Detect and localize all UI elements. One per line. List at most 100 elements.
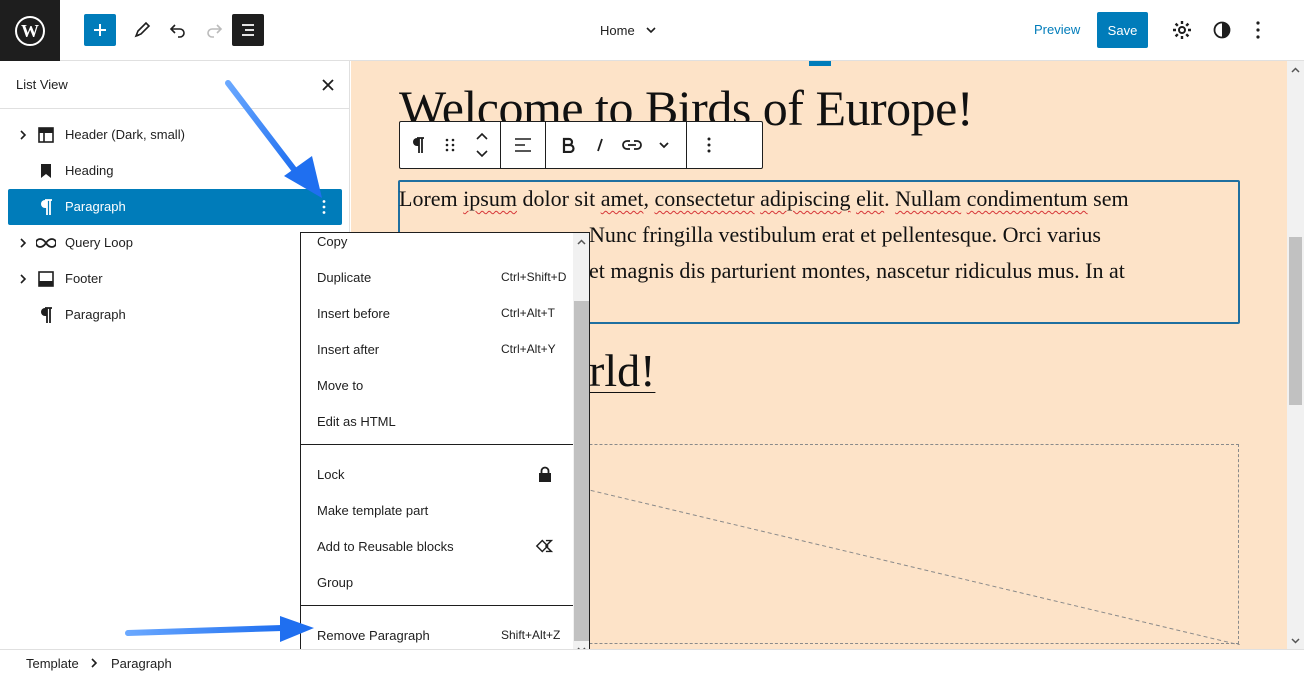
list-view-item-paragraph[interactable]: Paragraph <box>8 297 342 333</box>
close-icon <box>322 79 334 91</box>
scroll-down-arrow-icon[interactable] <box>1290 635 1301 646</box>
italic-button[interactable] <box>586 127 614 163</box>
list-view-item-label: Paragraph <box>65 307 126 322</box>
align-text-button[interactable] <box>509 127 537 163</box>
block-toolbar <box>399 121 763 169</box>
spellcheck-word: ipsum <box>463 186 517 211</box>
menu-item-remove-paragraph[interactable]: Remove Paragraph Shift+Alt+Z <box>301 617 573 653</box>
list-view-item-paragraph-selected[interactable]: Paragraph <box>8 189 342 225</box>
list-view-header: List View <box>0 61 349 109</box>
reusable-block-icon <box>535 536 555 556</box>
chevron-right-icon[interactable] <box>16 128 30 142</box>
heading-block-2[interactable]: rld! <box>589 344 655 397</box>
menu-item-copy[interactable]: Copy <box>301 233 573 259</box>
menu-vertical-scrollbar[interactable] <box>573 233 589 658</box>
block-drop-indicator <box>809 61 831 66</box>
loop-icon <box>36 233 56 253</box>
block-options-button[interactable] <box>695 127 723 163</box>
list-view-item-label: Query Loop <box>65 235 133 250</box>
document-title-dropdown[interactable]: Home <box>600 14 657 46</box>
spellcheck-word: condimentum <box>966 186 1088 211</box>
menu-item-group[interactable]: Group <box>301 564 573 600</box>
redo-button[interactable] <box>198 14 230 46</box>
list-view-item-query-loop[interactable]: Query Loop <box>8 225 342 261</box>
chevron-down-icon <box>646 27 656 34</box>
pilcrow-icon <box>36 305 56 325</box>
spellcheck-word: consectetur <box>654 186 755 211</box>
chevron-right-icon <box>91 658 98 668</box>
menu-item-duplicate[interactable]: Duplicate Ctrl+Shift+D <box>301 259 573 295</box>
chevron-right-icon[interactable] <box>16 236 30 250</box>
list-view-item-header[interactable]: Header (Dark, small) <box>8 117 342 153</box>
list-view-toggle-button[interactable] <box>232 14 264 46</box>
list-view-panel: List View Header (Dark, small) Heading P… <box>0 61 350 649</box>
breadcrumb-item-paragraph[interactable]: Paragraph <box>111 656 172 671</box>
spellcheck-word: Nullam <box>895 186 962 211</box>
drag-handle-icon <box>445 138 455 152</box>
menu-item-move-to[interactable]: Move to <box>301 367 573 403</box>
styles-button[interactable] <box>1206 14 1238 46</box>
more-vertical-icon <box>322 200 326 214</box>
link-button[interactable] <box>618 127 646 163</box>
chevron-down-icon <box>659 142 669 149</box>
preview-button[interactable]: Preview <box>1028 14 1086 46</box>
tools-button[interactable] <box>126 14 158 46</box>
list-view-item-label: Paragraph <box>65 199 126 214</box>
paragraph-text: Lorem <box>399 186 458 211</box>
options-button[interactable] <box>1242 14 1274 46</box>
footer-icon <box>36 269 56 289</box>
wordpress-logo-icon: W <box>15 15 45 46</box>
pilcrow-icon <box>413 137 424 153</box>
menu-separator <box>301 444 573 445</box>
spellcheck-word: elit <box>856 186 885 211</box>
spellcheck-word: adipiscing <box>760 186 851 211</box>
menu-content: Copy Duplicate Ctrl+Shift+D Insert before… <box>301 233 573 658</box>
list-view-item-label: Heading <box>65 163 114 178</box>
template-part-icon <box>36 125 56 145</box>
paragraph-text: sem <box>1087 186 1129 211</box>
scrollbar-thumb[interactable] <box>574 301 589 641</box>
scroll-up-arrow-icon[interactable] <box>1290 64 1301 75</box>
settings-button[interactable] <box>1166 14 1198 46</box>
list-view-item-footer[interactable]: Footer <box>8 261 342 297</box>
menu-item-add-to-reusable-blocks[interactable]: Add to Reusable blocks <box>301 528 573 564</box>
scroll-up-arrow-icon[interactable] <box>576 236 587 247</box>
paragraph-text: , <box>643 186 655 211</box>
half-circle-contrast-icon <box>1213 21 1231 39</box>
align-left-icon <box>515 138 531 152</box>
close-list-view-button[interactable] <box>318 75 338 95</box>
spellcheck-word: amet <box>600 186 644 211</box>
editor-top-bar: W Home Preview Save <box>0 0 1304 61</box>
wordpress-logo-button[interactable]: W <box>0 0 60 61</box>
lock-icon <box>535 464 555 484</box>
more-rich-text-controls-button[interactable] <box>650 127 678 163</box>
add-block-button[interactable] <box>84 14 116 46</box>
menu-item-insert-after[interactable]: Insert after Ctrl+Alt+Y <box>301 331 573 367</box>
menu-item-lock[interactable]: Lock <box>301 456 573 492</box>
bold-icon <box>562 137 575 153</box>
drag-handle[interactable] <box>436 127 464 163</box>
list-view-item-heading[interactable]: Heading <box>8 153 342 189</box>
menu-item-make-template-part[interactable]: Make template part <box>301 492 573 528</box>
redo-icon <box>207 24 223 38</box>
pencil-icon <box>134 21 151 38</box>
move-up-down-buttons[interactable] <box>468 127 496 163</box>
bold-button[interactable] <box>554 127 582 163</box>
bookmark-icon <box>36 161 56 181</box>
list-view-title: List View <box>16 77 68 92</box>
breadcrumb-item-template[interactable]: Template <box>26 656 79 671</box>
block-type-switcher-button[interactable] <box>404 127 432 163</box>
undo-button[interactable] <box>162 14 194 46</box>
save-button[interactable]: Save <box>1097 12 1148 48</box>
chevron-right-icon[interactable] <box>16 272 30 286</box>
canvas-scrollbar[interactable] <box>1287 61 1304 649</box>
block-options-button[interactable] <box>314 197 334 217</box>
pilcrow-icon <box>36 197 56 217</box>
paragraph-line: Lorem ipsum dolor sit amet, consectetur … <box>399 181 1239 217</box>
menu-item-insert-before[interactable]: Insert before Ctrl+Alt+T <box>301 295 573 331</box>
list-view-icon <box>242 24 254 36</box>
plus-icon <box>94 24 106 36</box>
menu-item-edit-as-html[interactable]: Edit as HTML <box>301 403 573 439</box>
chevron-up-down-icon <box>476 132 488 158</box>
scrollbar-thumb[interactable] <box>1289 237 1302 405</box>
